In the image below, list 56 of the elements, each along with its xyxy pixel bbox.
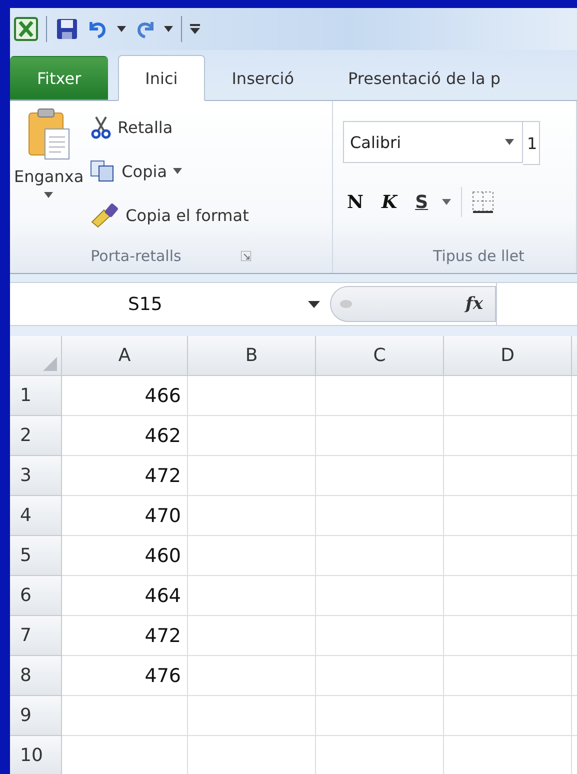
paste-button[interactable]: Enganxa xyxy=(10,107,88,215)
font-name-field[interactable]: Calibri xyxy=(343,121,523,163)
ribbon-tab[interactable]: Inserció xyxy=(204,56,321,100)
cut-button[interactable]: Retalla xyxy=(88,107,251,147)
row-header[interactable]: 4 xyxy=(10,496,62,536)
font-size-field[interactable]: 1 xyxy=(523,121,540,165)
save-icon[interactable] xyxy=(55,17,79,41)
paintbrush-icon xyxy=(90,202,120,228)
resize-handle-icon[interactable] xyxy=(339,299,353,309)
caret-icon xyxy=(505,139,514,145)
table-cell: 462 xyxy=(62,416,188,456)
caret-icon xyxy=(173,168,182,174)
scissors-icon xyxy=(90,115,112,139)
column-header[interactable]: D xyxy=(444,336,572,376)
dropdown-arrow-icon[interactable] xyxy=(164,26,173,32)
row-header[interactable]: 8 xyxy=(10,656,62,696)
row-header[interactable]: 2 xyxy=(10,416,62,456)
ribbon-tab[interactable]: Fitxer xyxy=(10,56,108,100)
group-label: Porta-retalls xyxy=(90,247,182,265)
table-cell: 460 xyxy=(62,536,188,576)
row-header[interactable]: 1 xyxy=(10,376,62,416)
caret-icon xyxy=(308,300,320,308)
format-painter-button[interactable]: Copia el format xyxy=(88,195,251,235)
group-label: Tipus de llet xyxy=(433,247,524,265)
dialog-launcher-icon[interactable] xyxy=(241,251,252,261)
column-header[interactable]: A xyxy=(62,336,188,376)
italic-button[interactable]: K xyxy=(377,192,402,212)
table-cell: 470 xyxy=(62,496,188,536)
table-cell: 466 xyxy=(62,376,188,416)
customize-toolbar-icon[interactable] xyxy=(190,24,200,34)
table-cell: 472 xyxy=(62,456,188,496)
row-header[interactable]: 5 xyxy=(10,536,62,576)
table-cell: 476 xyxy=(62,656,188,696)
table-cell: 464 xyxy=(62,576,188,616)
row-header[interactable]: 3 xyxy=(10,456,62,496)
row-header[interactable]: 6 xyxy=(10,576,62,616)
row-header[interactable]: 9 xyxy=(10,696,62,736)
column-header[interactable]: B xyxy=(188,336,316,376)
bold-button[interactable]: N xyxy=(343,192,368,212)
ribbon-tab[interactable]: Presentació de la p xyxy=(321,56,528,100)
name-box[interactable]: S15 xyxy=(10,283,330,325)
table-cell: 472 xyxy=(62,616,188,656)
ribbon-tab[interactable]: Inici xyxy=(118,55,205,101)
copy-icon xyxy=(90,160,116,182)
row-header[interactable]: 7 xyxy=(10,616,62,656)
column-header[interactable]: C xyxy=(316,336,444,376)
dropdown-arrow-icon[interactable] xyxy=(117,26,126,32)
row-header[interactable]: 10 xyxy=(10,736,62,774)
spreadsheet-app-icon[interactable] xyxy=(14,17,38,41)
copy-button[interactable]: Copia xyxy=(88,151,251,191)
dropdown-arrow-icon[interactable] xyxy=(442,199,452,205)
underline-button[interactable]: S xyxy=(411,192,432,212)
insert-function-button[interactable]: fx xyxy=(466,294,483,314)
caret-icon xyxy=(44,192,54,198)
clipboard-icon xyxy=(26,107,71,161)
borders-icon[interactable] xyxy=(472,191,494,213)
